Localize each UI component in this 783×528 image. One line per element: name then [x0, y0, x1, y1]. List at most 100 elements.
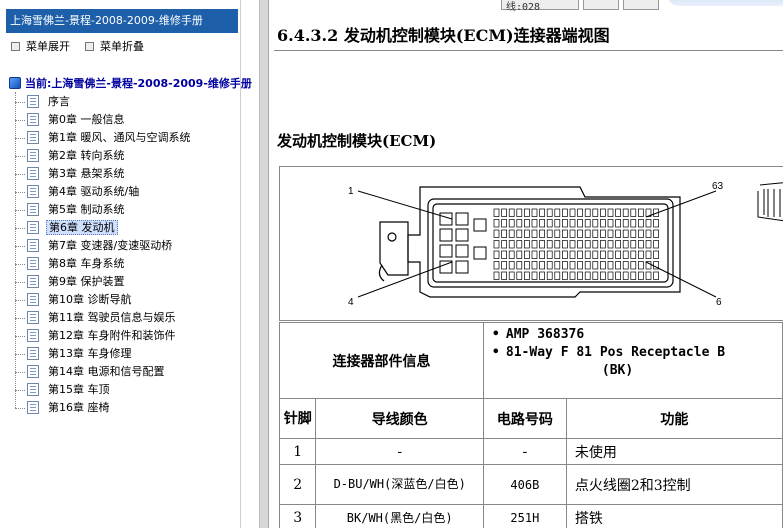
- tree-item-label: 第2章 转向系统: [48, 149, 125, 162]
- collapse-menu-label: 菜单折叠: [100, 40, 144, 53]
- tree-item[interactable]: 第10章 诊断导航: [15, 291, 134, 309]
- signal-cavity: [630, 261, 637, 270]
- tree-connector: [15, 155, 25, 157]
- tree-item-label: 第1章 暖风、通风与空调系统: [48, 131, 191, 144]
- tree-connector: [15, 317, 25, 319]
- toolbar-box[interactable]: [583, 0, 619, 10]
- signal-cavity: [546, 250, 553, 259]
- wire-color-cell: BK/WH(黑色/白色): [315, 504, 484, 528]
- tree-item[interactable]: 第8章 车身系统: [15, 255, 127, 273]
- section-heading: 发动机控制模块(ECM): [277, 132, 437, 150]
- expand-menu-button[interactable]: 菜单展开: [11, 38, 70, 56]
- tree-item[interactable]: 第1章 暖风、通风与空调系统: [15, 129, 193, 147]
- connector-side-view: [757, 182, 783, 222]
- signal-cavity: [607, 261, 614, 270]
- document-icon: [27, 131, 39, 144]
- signal-cavity: [622, 229, 629, 238]
- signal-cavity: [584, 240, 591, 249]
- signal-cavity: [501, 271, 507, 280]
- tree-root-node[interactable]: 当前:上海雪佛兰-景程-2008-2009-维修手册: [9, 75, 252, 93]
- signal-cavity: [638, 271, 644, 280]
- signal-cavity: [638, 229, 644, 238]
- signal-cavity: [546, 240, 553, 249]
- collapse-menu-button[interactable]: 菜单折叠: [85, 38, 144, 56]
- signal-cavity: [531, 219, 538, 228]
- tree-item[interactable]: 第13章 车身修理: [15, 345, 134, 363]
- signal-cavity: [630, 229, 637, 238]
- column-header-circuit: 电路号码: [482, 398, 567, 439]
- signal-cavity: [600, 229, 606, 238]
- signal-cavity: [592, 219, 599, 228]
- signal-cavity: [524, 240, 530, 249]
- tree-item[interactable]: 第16章 座椅: [15, 399, 112, 417]
- signal-cavity: [592, 208, 599, 217]
- tree-item[interactable]: 第4章 驱动系统/轴: [15, 183, 141, 201]
- connector-info-list: • AMP 368376 • 81-Way F 81 Pos Receptacle …: [482, 322, 783, 399]
- signal-cavity: [577, 219, 583, 228]
- pane-divider: [240, 0, 241, 528]
- table-header-row: 针脚 导线颜色 电路号码 功能: [278, 398, 783, 439]
- tree-item[interactable]: 第9章 保护装置: [15, 273, 127, 291]
- signal-cavity: [653, 229, 659, 238]
- signal-cavity: [531, 208, 538, 217]
- divider: [274, 50, 783, 51]
- tree-item[interactable]: 第5章 制动系统: [15, 201, 127, 219]
- wire-color-cell: -: [315, 438, 484, 465]
- signal-cavity: [592, 271, 599, 280]
- tree-connector: [15, 119, 25, 121]
- signal-cavity: [569, 229, 576, 238]
- signal-cavity: [607, 208, 614, 217]
- signal-cavity: [539, 271, 545, 280]
- function-cell: 点火线圈2和3控制: [565, 464, 783, 505]
- tree-item[interactable]: 第7章 变速器/变速驱动桥: [15, 237, 174, 255]
- signal-cavity: [493, 208, 500, 217]
- signal-cavity: [645, 250, 652, 259]
- pane-splitter[interactable]: [259, 0, 269, 528]
- signal-cavity: [516, 229, 523, 238]
- signal-cavity: [600, 261, 606, 270]
- signal-cavity: [508, 219, 515, 228]
- signal-cavity: [630, 250, 637, 259]
- tree-item-label: 第11章 驾驶员信息与娱乐: [48, 311, 176, 324]
- signal-cavity: [638, 261, 644, 270]
- signal-cavity: [562, 250, 568, 259]
- tree-item-label: 第12章 车身附件和装饰件: [48, 329, 176, 342]
- signal-cavity: [584, 208, 591, 217]
- signal-cavity: [539, 261, 545, 270]
- power-cavity: [455, 260, 469, 274]
- document-icon: [27, 401, 39, 414]
- power-cavity: [439, 212, 453, 226]
- document-icon: [27, 383, 39, 396]
- document-icon: [27, 365, 39, 378]
- signal-cavity: [524, 219, 530, 228]
- page-title: 6.4.3.2 发动机控制模块(ECM)连接器端视图: [277, 26, 610, 45]
- tree-item-label: 第15章 车顶: [48, 383, 110, 396]
- tree-item-label: 第0章 一般信息: [48, 113, 125, 126]
- tree-item[interactable]: 序言: [15, 93, 72, 111]
- manual-title-bar: 上海雪佛兰-景程-2008-2009-维修手册: [6, 9, 238, 33]
- connector-info-row: 连接器部件信息 • AMP 368376 • 81-Way F 81 Pos Rec…: [279, 322, 783, 399]
- tree-item[interactable]: 第12章 车身附件和装饰件: [15, 327, 178, 345]
- signal-cavity: [569, 219, 576, 228]
- power-cavity: [473, 246, 487, 260]
- signal-cavity: [501, 208, 507, 217]
- content-pane: 线:028 6.4.3.2 发动机控制模块(ECM)连接器端视图 发动机控制模块…: [269, 0, 783, 528]
- tree-item[interactable]: 第15章 车顶: [15, 381, 112, 399]
- tree-item[interactable]: 第3章 悬架系统: [15, 165, 127, 183]
- callout-label: 63: [712, 181, 724, 192]
- tree-item[interactable]: 第6章 发动机: [15, 219, 118, 237]
- tree-item-label: 序言: [48, 95, 70, 108]
- tree-item[interactable]: 第11章 驾驶员信息与娱乐: [15, 309, 178, 327]
- toolbar-box[interactable]: [623, 0, 659, 10]
- signal-cavity: [600, 208, 606, 217]
- document-icon: [27, 257, 39, 270]
- connector-figure: 1 63 4 6: [279, 166, 783, 321]
- signal-cavity: [569, 208, 576, 217]
- tree-item[interactable]: 第14章 电源和信号配置: [15, 363, 167, 381]
- callout-leader: [357, 190, 453, 220]
- tree-item[interactable]: 第2章 转向系统: [15, 147, 127, 165]
- tree-item[interactable]: 第0章 一般信息: [15, 111, 127, 129]
- signal-cavity: [592, 229, 599, 238]
- signal-cavity: [539, 229, 545, 238]
- signal-cavity: [508, 271, 515, 280]
